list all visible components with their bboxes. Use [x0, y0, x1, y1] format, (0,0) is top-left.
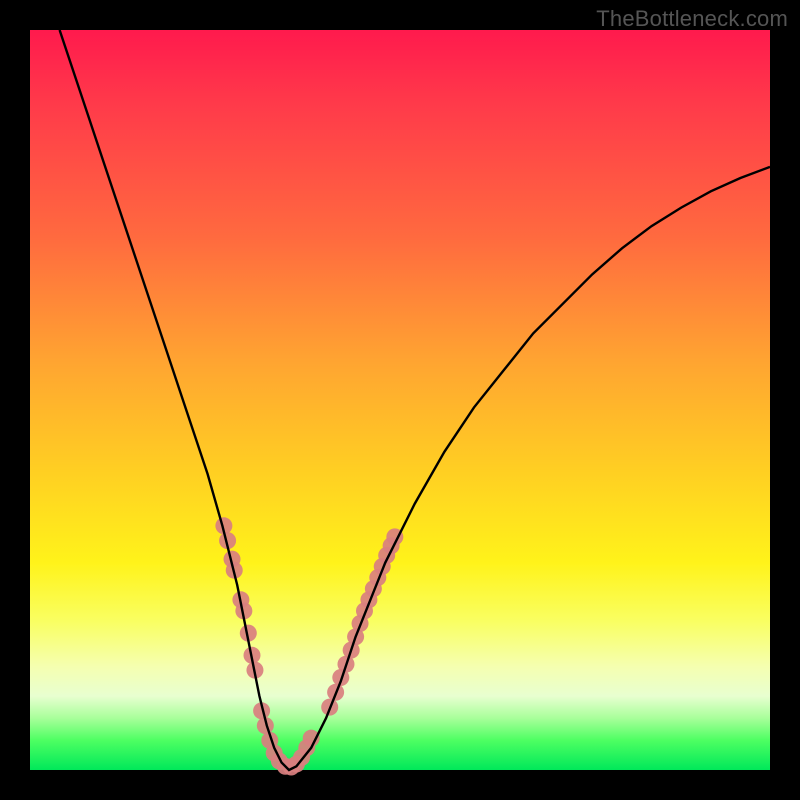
watermark-text: TheBottleneck.com	[596, 6, 788, 32]
chart-svg	[30, 30, 770, 770]
chart-frame: TheBottleneck.com	[0, 0, 800, 800]
markers-group	[215, 517, 403, 775]
bottleneck-curve	[60, 30, 770, 770]
plot-area	[30, 30, 770, 770]
